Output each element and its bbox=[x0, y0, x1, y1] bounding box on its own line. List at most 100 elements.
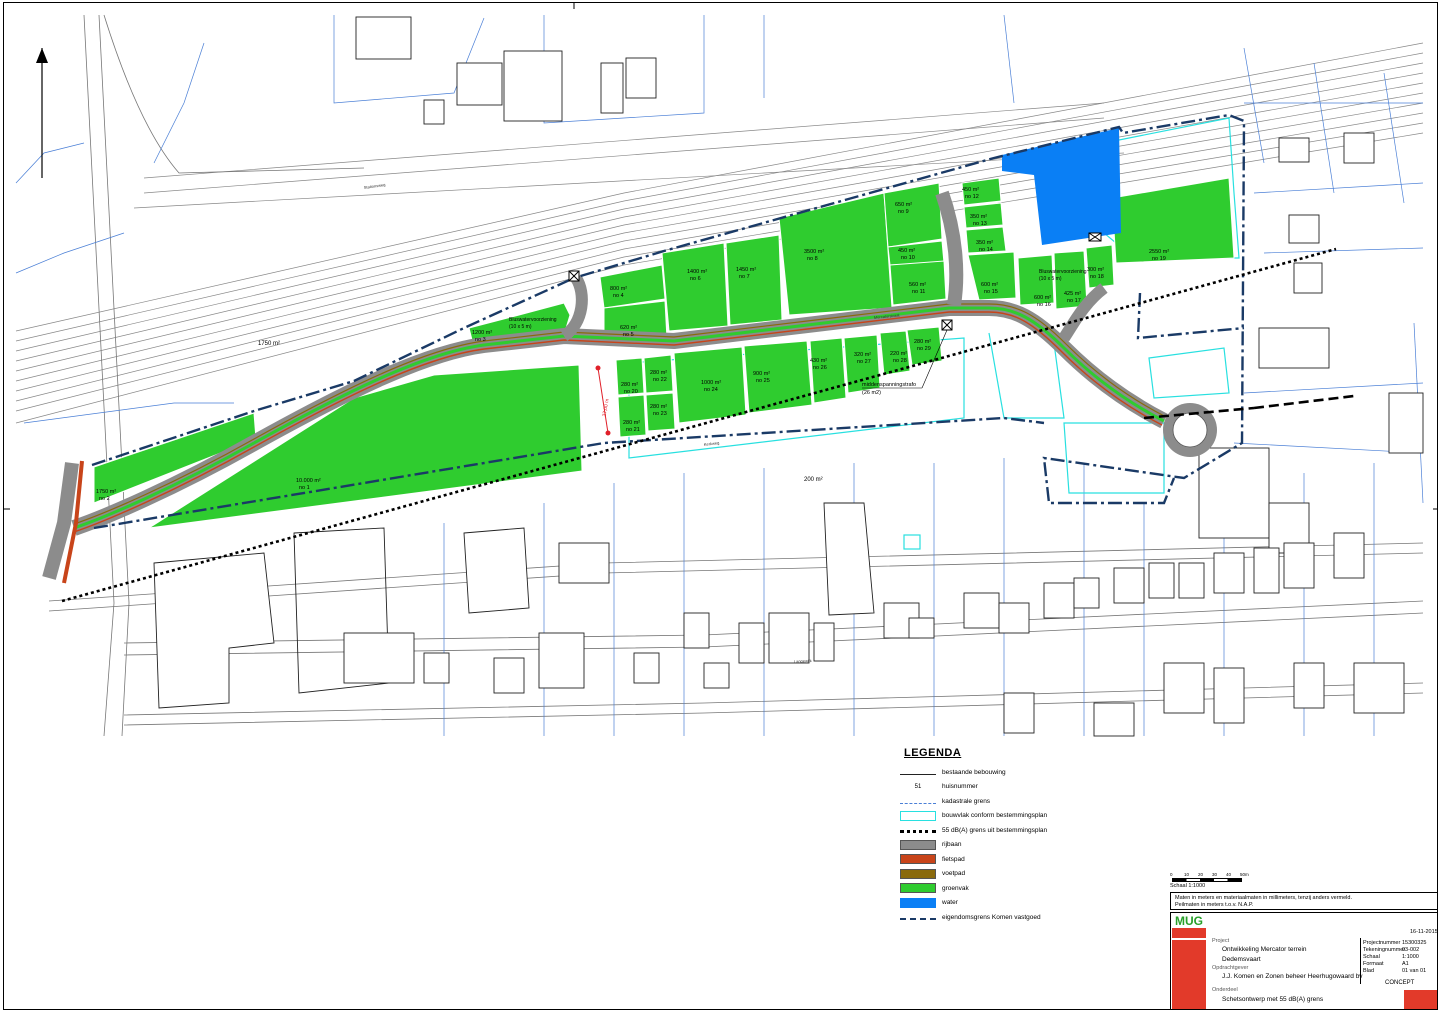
plot-number-label: no 24 bbox=[704, 387, 718, 393]
plot-number-label: no 10 bbox=[901, 255, 915, 261]
scale-tick: 50m bbox=[1240, 872, 1249, 877]
legend-label: bestaande bebouwing bbox=[942, 768, 1006, 776]
legend-label: water bbox=[942, 899, 958, 907]
formaat-label: Formaat bbox=[1363, 961, 1384, 967]
buffer-size-label: (10 x 5 m) bbox=[1039, 276, 1062, 282]
note-2: Peilmaten in meters t.o.v. N.A.P. bbox=[1175, 902, 1254, 908]
plot-number-label: no 28 bbox=[893, 358, 907, 364]
legend-item: water bbox=[900, 896, 1160, 911]
plot-area-label: 620 m² bbox=[620, 325, 637, 331]
legend-label: eigendomsgrens Komen vastgoed bbox=[942, 913, 1041, 921]
legend-item: voetpad bbox=[900, 867, 1160, 882]
legend-label: voetpad bbox=[942, 870, 966, 878]
plot-area-label: 1450 m² bbox=[736, 267, 756, 273]
plot-number-label: no 19 bbox=[1152, 256, 1166, 262]
plot-number-label: no 15 bbox=[984, 289, 998, 295]
plot-area-label: 280 m² bbox=[650, 404, 667, 410]
plot-number-label: no 3 bbox=[475, 337, 486, 343]
legend-label: kadastrale grens bbox=[942, 797, 991, 805]
scale-tick: 30 bbox=[1212, 872, 1218, 877]
plot-area-label: 600 m² bbox=[981, 282, 998, 288]
plot-area-label: 430 m² bbox=[810, 358, 827, 364]
plot-number-label: no 16 bbox=[1037, 302, 1051, 308]
area-label: 200 m² bbox=[804, 477, 823, 483]
plot-area-label: 3500 m² bbox=[804, 249, 824, 255]
plot-number-label: no 23 bbox=[653, 411, 667, 417]
subject-head: Onderdeel bbox=[1212, 987, 1238, 993]
plot-area-label: 2550 m² bbox=[1149, 249, 1169, 255]
legend-title: LEGENDA bbox=[904, 747, 962, 759]
project-name: Ontwikkeling Mercator terrein bbox=[1222, 946, 1307, 953]
plot-number-label: no 22 bbox=[653, 377, 667, 383]
logo-text: MUG bbox=[1172, 914, 1206, 928]
legend-item: eigendomsgrens Komen vastgoed bbox=[900, 910, 1160, 925]
plot-area-label: 280 m² bbox=[623, 420, 640, 426]
plot-area-label: 650 m² bbox=[895, 202, 912, 208]
plot-area-label: 450 m² bbox=[962, 187, 979, 193]
plot-area-label: 425 m² bbox=[1064, 291, 1081, 297]
mug-logo: MUG bbox=[1172, 914, 1206, 938]
plot-number-label: no 4 bbox=[613, 293, 624, 299]
formaat: A1 bbox=[1402, 961, 1409, 967]
legend-item: kadastrale grens bbox=[900, 794, 1160, 809]
plot-area-label: 220 m² bbox=[890, 351, 907, 357]
plot-number-label: no 2 bbox=[99, 496, 110, 502]
plot-number-label: no 8 bbox=[807, 256, 818, 262]
corner-stamp bbox=[1404, 990, 1437, 1009]
title-block: Schaal 1:1000 Maten in meters en materia… bbox=[1170, 872, 1437, 1009]
plot-area-label: 280 m² bbox=[650, 370, 667, 376]
scale-tick: 0 bbox=[1170, 872, 1173, 877]
blad-label: Blad bbox=[1363, 968, 1375, 974]
legend-label: huisnummer bbox=[942, 783, 978, 791]
plot-number-label: no 17 bbox=[1067, 298, 1081, 304]
blad: 01 van 01 bbox=[1402, 968, 1427, 974]
plot-number-label: no 7 bbox=[739, 274, 750, 280]
legend-swatch bbox=[900, 868, 936, 879]
plot-number-label: no 18 bbox=[1090, 274, 1104, 280]
trafo-size-label: (26 m2) bbox=[862, 390, 881, 396]
plot-number-label: no 25 bbox=[756, 378, 770, 384]
area-label: 1750 m² bbox=[258, 341, 280, 347]
scale-tick: 20 bbox=[1198, 872, 1204, 877]
client-head: Opdrachtgever bbox=[1212, 965, 1249, 971]
plot-number-label: no 12 bbox=[965, 194, 979, 200]
legend-label: bouwvlak conform bestemmingsplan bbox=[942, 812, 1048, 820]
plot-area-label: 1750 m² bbox=[96, 489, 116, 495]
plot-area-label: 600 m² bbox=[1034, 295, 1051, 301]
plot-area-label: 10.000 m² bbox=[296, 478, 321, 484]
scale-bar bbox=[1172, 878, 1242, 882]
plot-number-label: no 21 bbox=[626, 427, 640, 433]
project-place: Dedemsvaart bbox=[1222, 956, 1261, 963]
legend-item: bestaande bebouwing bbox=[900, 765, 1160, 780]
legend-item: fietspad bbox=[900, 852, 1160, 867]
notes-box: Maten in meters en materiaalmaten in mil… bbox=[1170, 892, 1437, 910]
legend-item: 51 huisnummer bbox=[900, 780, 1160, 795]
legend-swatch bbox=[900, 914, 936, 921]
legend-swatch bbox=[900, 798, 936, 805]
plot-number-label: no 5 bbox=[623, 332, 634, 338]
plot-number-label: no 9 bbox=[898, 209, 909, 215]
note-1: Maten in meters en materiaalmaten in mil… bbox=[1175, 895, 1352, 901]
legend-swatch bbox=[900, 897, 936, 908]
trafo-label: middenspanningstrafo bbox=[862, 382, 916, 388]
legend-swatch bbox=[900, 839, 936, 850]
plot-number-label: no 29 bbox=[917, 346, 931, 352]
client-name: J.J. Komen en Zonen beheer Heerhugowaard… bbox=[1222, 973, 1363, 980]
logo-address-block bbox=[1172, 940, 1206, 1009]
plot-area-label: 560 m² bbox=[909, 282, 926, 288]
legend-swatch: 51 bbox=[914, 783, 922, 790]
street-name: Langewijk bbox=[794, 658, 812, 664]
legend-swatch bbox=[900, 827, 936, 834]
buffer-size-label: (10 x 5 m) bbox=[509, 324, 532, 330]
plot-area-label: 350 m² bbox=[976, 240, 993, 246]
legend-item: bouwvlak conform bestemmingsplan bbox=[900, 809, 1160, 824]
legend-swatch bbox=[900, 854, 936, 865]
legend-label: fietspad bbox=[942, 855, 965, 863]
site-plan-map: 1750 m²no 210.000 m²no 11200 m²no 3800 m… bbox=[4, 3, 1437, 737]
plot-area-label: 280 m² bbox=[914, 339, 931, 345]
plot-number-label: no 26 bbox=[813, 365, 827, 371]
plot-area-label: 800 m² bbox=[610, 286, 627, 292]
plot-area-label: 350 m² bbox=[970, 214, 987, 220]
plot-area-label: 450 m² bbox=[898, 248, 915, 254]
plot-number-label: no 1 bbox=[299, 485, 310, 491]
